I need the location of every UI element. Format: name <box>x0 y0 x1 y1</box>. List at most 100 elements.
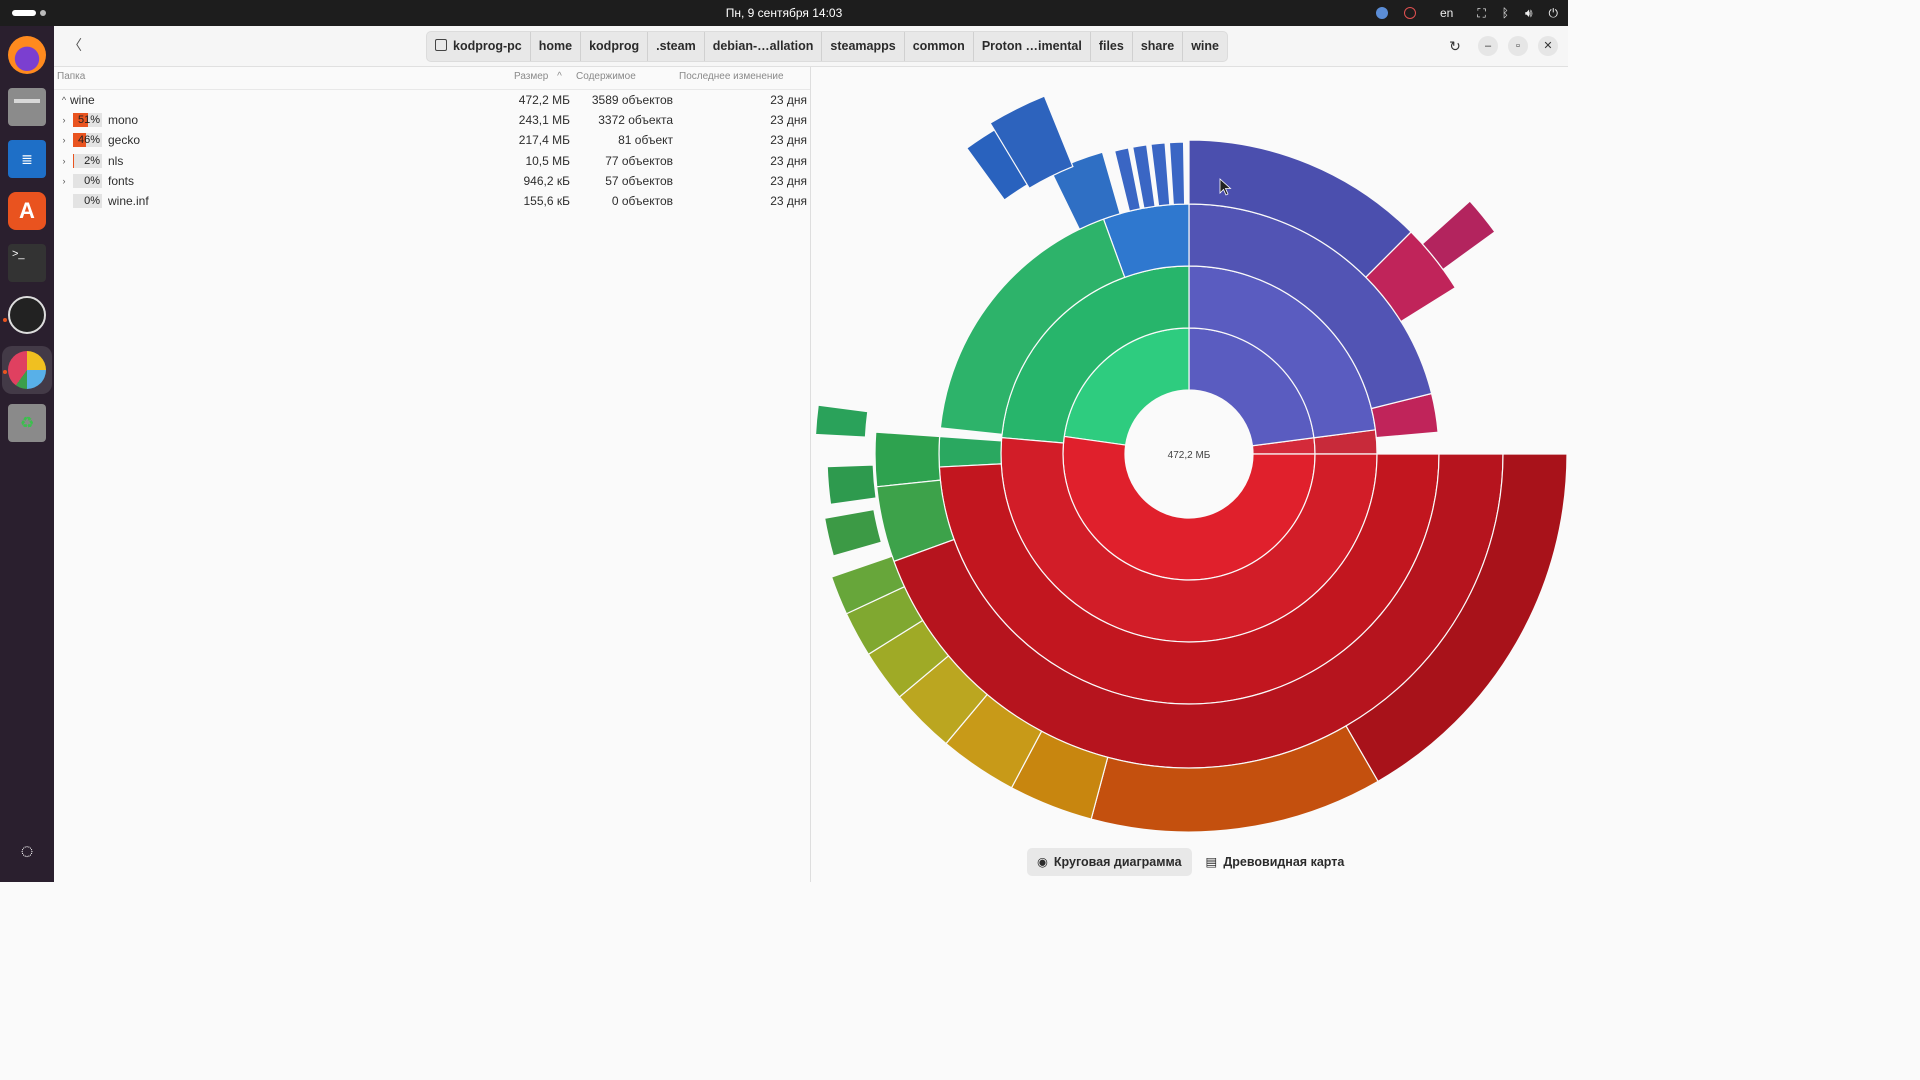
expand-icon[interactable]: › <box>59 171 69 191</box>
percent-label: 0% <box>84 195 100 208</box>
breadcrumb-label: Proton …imental <box>981 39 1082 53</box>
chart-center-label: 472,2 МБ <box>1168 450 1211 461</box>
ring-chart-button-label: Круговая диаграмма <box>1053 855 1182 869</box>
close-button[interactable]: ✕ <box>1538 36 1558 56</box>
running-indicator <box>3 370 7 374</box>
bluetooth-icon[interactable]: ᛒ <box>1502 6 1509 20</box>
row-size: 472,2 МБ <box>518 93 570 107</box>
percent-bar: 0% <box>73 194 102 209</box>
breadcrumb-label: kodprog <box>589 39 640 53</box>
ring-chart[interactable]: 472,2 МБ <box>811 67 1568 837</box>
firefox-icon[interactable] <box>8 36 46 74</box>
breadcrumb-label: steamapps <box>830 39 896 53</box>
language-indicator[interactable]: en <box>1440 6 1453 20</box>
breadcrumb-item[interactable]: Proton …imental <box>974 32 1091 61</box>
column-header-modified[interactable]: Последнее изменение <box>679 67 784 89</box>
ring-segment[interactable] <box>814 404 869 438</box>
table-row[interactable]: › 0% fonts 946,2 кБ 57 объектов 23 дня <box>54 171 810 191</box>
maximize-button[interactable]: ▫ <box>1508 36 1528 56</box>
disk-usage-icon[interactable] <box>8 351 46 389</box>
expand-icon[interactable]: › <box>59 130 69 150</box>
breadcrumb-item[interactable]: kodprog <box>581 32 649 61</box>
percent-label: 2% <box>84 154 100 167</box>
table-row[interactable]: › 46% gecko 217,4 МБ 81 объект 23 дня <box>54 130 810 150</box>
column-header-contents[interactable]: Содержимое <box>576 67 636 89</box>
ubuntu-pro-icon[interactable] <box>1403 7 1416 19</box>
minimize-button[interactable]: – <box>1478 36 1498 56</box>
ring-segment[interactable] <box>1168 141 1186 206</box>
table-row-root[interactable]: ^ wine 472,2 МБ 3589 объектов 23 дня <box>54 90 810 110</box>
row-modified: 23 дня <box>770 153 807 168</box>
obs-icon[interactable] <box>8 296 46 334</box>
running-indicator <box>3 318 7 322</box>
column-header-folder[interactable]: Папка <box>57 67 85 89</box>
ring-segment[interactable] <box>938 435 1003 468</box>
row-name: fonts <box>108 173 135 188</box>
treemap-button[interactable]: ▤ Древовидная карта <box>1196 848 1355 876</box>
row-modified: 23 дня <box>770 173 807 188</box>
breadcrumb-item[interactable]: wine <box>1183 32 1227 61</box>
row-size: 10,5 МБ <box>525 153 570 168</box>
breadcrumb-label: kodprog-pc <box>453 39 522 53</box>
breadcrumb-item[interactable]: kodprog-pc <box>427 32 531 61</box>
breadcrumb-label: debian-…allation <box>712 39 814 53</box>
ring-chart-icon: ◉ <box>1037 855 1048 869</box>
files-icon[interactable] <box>8 88 46 126</box>
refresh-button[interactable]: ↻ <box>1445 36 1465 56</box>
folder-list: Папка Размер ^ Содержимое Последнее изме… <box>54 67 811 882</box>
trash-icon[interactable]: ♻ <box>8 404 46 442</box>
view-switcher: ◉ Круговая диаграмма ▤ Древовидная карта <box>1027 848 1354 876</box>
column-header-size-label: Размер <box>514 71 549 82</box>
row-modified: 23 дня <box>770 133 807 148</box>
terminal-icon[interactable]: >_ <box>8 244 46 282</box>
breadcrumb-item[interactable]: files <box>1091 32 1133 61</box>
percent-bar-fill <box>73 153 74 168</box>
breadcrumb-item[interactable]: home <box>531 32 582 61</box>
breadcrumb-item[interactable]: share <box>1133 32 1184 61</box>
dock: ≣ A >_ ♻ ◌ <box>0 26 54 882</box>
volume-icon[interactable]: 🔊︎ <box>1525 6 1533 21</box>
row-name: nls <box>108 153 124 168</box>
expand-icon[interactable]: › <box>59 110 69 130</box>
breadcrumb-item[interactable]: .steam <box>648 32 705 61</box>
collapse-icon[interactable]: ^ <box>59 90 69 110</box>
clock[interactable]: Пн, 9 сентября 14:03 <box>0 6 1568 20</box>
breadcrumb-item[interactable]: debian-…allation <box>705 32 823 61</box>
percent-bar: 46% <box>73 133 102 148</box>
breadcrumb-item[interactable]: common <box>905 32 974 61</box>
ring-segment[interactable] <box>874 431 942 488</box>
table-row[interactable]: 0% wine.inf 155,6 кБ 0 объектов 23 дня <box>54 191 810 211</box>
breadcrumb-item[interactable]: steamapps <box>822 32 905 61</box>
ring-segment[interactable] <box>823 508 883 557</box>
treemap-button-label: Древовидная карта <box>1223 855 1345 869</box>
back-button[interactable]: 〈 <box>66 36 84 54</box>
writer-icon[interactable]: ≣ <box>8 140 46 178</box>
table-row[interactable]: › 2% nls 10,5 МБ 77 объектов 23 дня <box>54 151 810 171</box>
breadcrumb-label: home <box>538 39 573 53</box>
row-size: 155,6 кБ <box>523 194 571 209</box>
row-size: 946,2 кБ <box>523 173 571 188</box>
show-apps-icon[interactable]: ◌ <box>8 832 46 870</box>
row-contents: 77 объектов <box>605 153 673 168</box>
breadcrumb-label: common <box>912 39 965 53</box>
globe-icon[interactable] <box>1375 7 1388 19</box>
power-icon[interactable]: ⏻ <box>1549 6 1559 21</box>
breadcrumb-label: files <box>1098 39 1124 53</box>
system-tray[interactable]: en ⛶ ᛒ 🔊︎ ⏻ <box>1375 4 1559 22</box>
row-name: wine.inf <box>108 194 149 209</box>
row-contents: 0 объектов <box>611 194 673 209</box>
network-icon[interactable]: ⛶ <box>1477 6 1485 21</box>
ring-segment[interactable] <box>826 464 877 506</box>
row-name: mono <box>108 113 139 127</box>
breadcrumb-label: share <box>1140 39 1175 53</box>
app-center-icon[interactable]: A <box>8 192 46 230</box>
sort-ascending-icon: ^ <box>557 71 562 82</box>
table-row[interactable]: › 51% mono 243,1 МБ 3372 объекта 23 дня <box>54 110 810 130</box>
computer-icon <box>435 39 447 51</box>
breadcrumb: kodprog-pc home kodprog .steam debian-…allat… <box>426 31 1228 62</box>
row-name: wine <box>70 93 95 107</box>
column-header-size[interactable]: Размер ^ <box>514 67 562 89</box>
expand-icon[interactable]: › <box>59 151 69 171</box>
ring-chart-button[interactable]: ◉ Круговая диаграмма <box>1027 848 1192 876</box>
row-contents: 3589 объектов <box>591 93 673 107</box>
